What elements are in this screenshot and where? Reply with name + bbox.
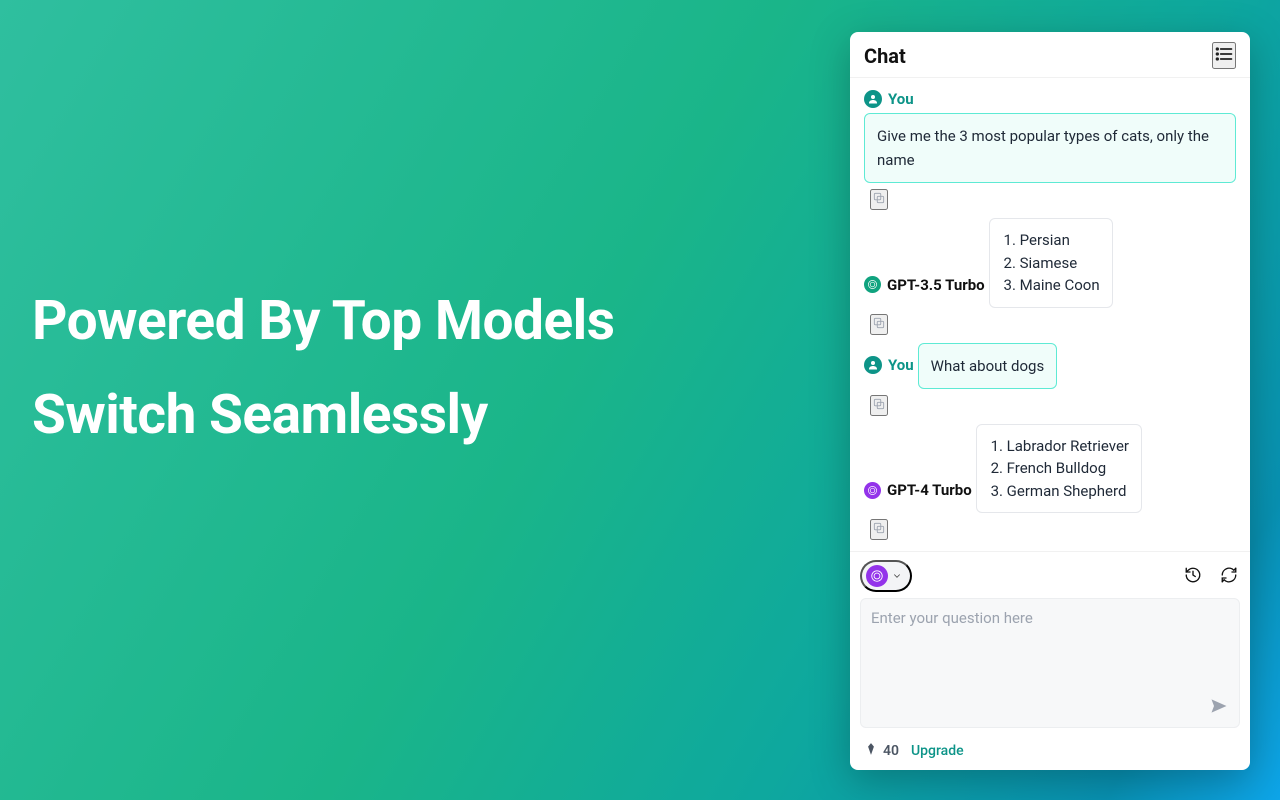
history-button[interactable]: [1182, 564, 1204, 589]
assistant-message-bubble: Labrador Retriever French Bulldog German…: [976, 424, 1142, 514]
list-item: Persian: [1020, 229, 1100, 252]
model-badge-icon: [864, 482, 881, 499]
assistant-message-bubble: Persian Siamese Maine Coon: [989, 218, 1113, 308]
message-user: You Give me the 3 most popular types of …: [864, 90, 1236, 210]
credits-count: 40: [883, 743, 899, 759]
chevron-down-icon: [892, 569, 902, 584]
list-item: German Shepherd: [1007, 480, 1129, 503]
chat-messages: You Give me the 3 most popular types of …: [850, 78, 1250, 551]
composer-toolbar: [860, 560, 1240, 592]
assistant-list: Labrador Retriever French Bulldog German…: [989, 435, 1129, 503]
list-item: French Bulldog: [1007, 457, 1129, 480]
composer-input-wrap: [860, 598, 1240, 728]
model-badge-icon: [864, 276, 881, 293]
regenerate-button[interactable]: [1218, 564, 1240, 589]
copy-icon: [872, 399, 886, 414]
credits-display: 40: [864, 742, 899, 760]
copy-button[interactable]: [870, 519, 888, 540]
footer-bar: 40 Upgrade: [850, 734, 1250, 770]
chat-header: Chat: [850, 32, 1250, 78]
diamond-icon: [864, 742, 878, 760]
sender-row: GPT-4 Turbo: [864, 481, 972, 499]
hero-text: Powered By Top Models Switch Seamlessly: [32, 275, 615, 462]
copy-icon: [872, 193, 886, 208]
user-avatar-icon: [864, 90, 882, 108]
copy-button[interactable]: [870, 395, 888, 416]
copy-icon: [872, 523, 886, 538]
message-assistant: GPT-3.5 Turbo Persian Siamese Maine Coon: [864, 218, 1236, 335]
copy-icon: [872, 318, 886, 333]
sender-name: You: [888, 356, 914, 374]
chat-title: Chat: [864, 44, 906, 68]
model-selector[interactable]: [860, 560, 912, 592]
composer: [850, 551, 1250, 734]
model-selector-badge-icon: [866, 565, 888, 587]
message-assistant: GPT-4 Turbo Labrador Retriever French Bu…: [864, 424, 1236, 541]
send-icon: [1209, 704, 1229, 719]
sender-name: GPT-3.5 Turbo: [887, 276, 985, 294]
sender-name: You: [888, 90, 914, 108]
list-item: Siamese: [1020, 252, 1100, 275]
user-avatar-icon: [864, 356, 882, 374]
hero-line-1: Powered By Top Models: [32, 289, 615, 353]
assistant-list: Persian Siamese Maine Coon: [1002, 229, 1100, 297]
list-icon: [1214, 52, 1234, 67]
sender-row: GPT-3.5 Turbo: [864, 276, 985, 294]
refresh-icon: [1220, 572, 1238, 587]
sender-name: GPT-4 Turbo: [887, 481, 972, 499]
copy-button[interactable]: [870, 314, 888, 335]
hero-line-2: Switch Seamlessly: [32, 383, 488, 447]
chat-panel: Chat You Give me the 3 most popular type…: [850, 32, 1250, 770]
user-message-bubble: Give me the 3 most popular types of cats…: [864, 113, 1236, 183]
chat-menu-button[interactable]: [1212, 42, 1236, 69]
sender-row: You: [864, 356, 914, 374]
composer-input[interactable]: [871, 609, 1229, 699]
list-item: Labrador Retriever: [1007, 435, 1129, 458]
list-item: Maine Coon: [1020, 274, 1100, 297]
user-message-bubble: What about dogs: [918, 343, 1058, 389]
history-icon: [1184, 572, 1202, 587]
send-button[interactable]: [1209, 696, 1229, 719]
copy-button[interactable]: [870, 189, 888, 210]
upgrade-link[interactable]: Upgrade: [911, 743, 964, 759]
sender-row: You: [864, 90, 914, 108]
message-user: You What about dogs: [864, 343, 1236, 416]
